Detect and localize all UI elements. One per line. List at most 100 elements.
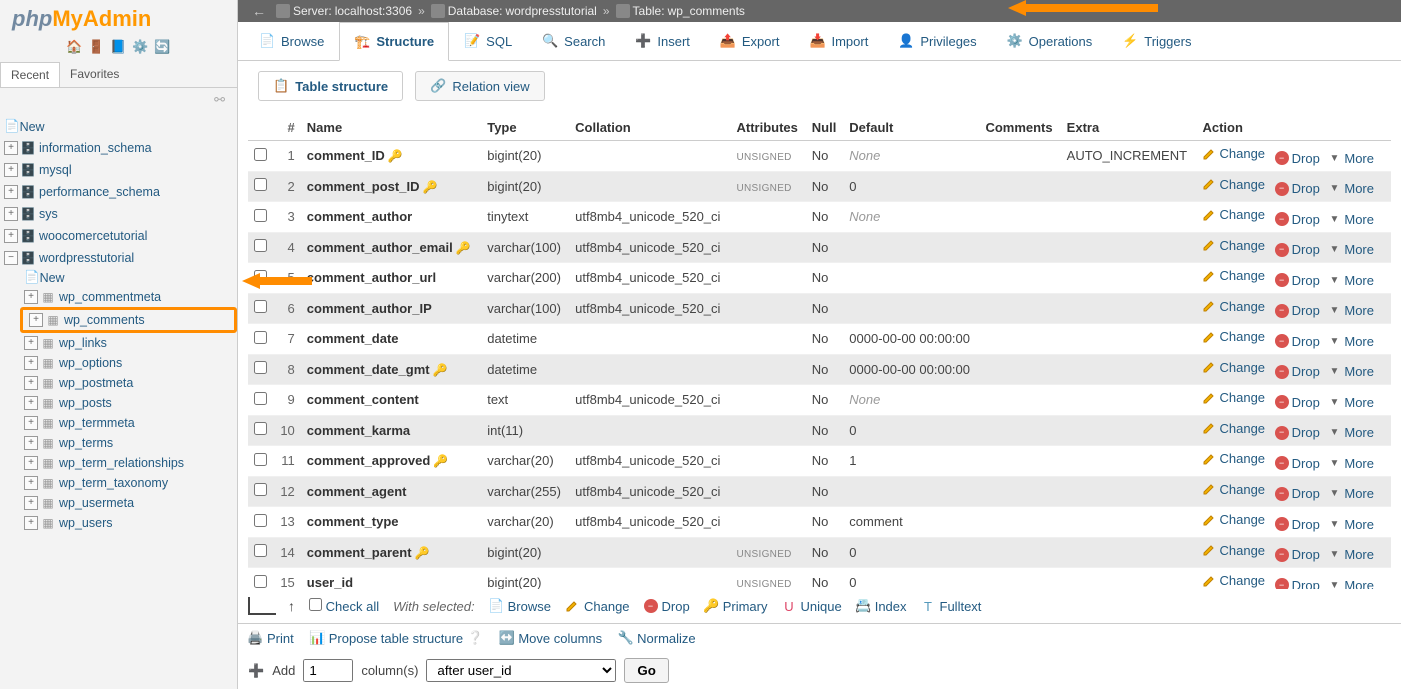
action-change[interactable]: Change: [1202, 390, 1265, 405]
help-icon[interactable]: ❔: [467, 630, 483, 646]
add-count-input[interactable]: [303, 659, 353, 682]
action-change[interactable]: Change: [1202, 268, 1265, 283]
row-checkbox[interactable]: [254, 209, 267, 222]
home-icon[interactable]: 🏠: [66, 38, 84, 56]
tab-operations[interactable]: ⚙️Operations: [992, 22, 1108, 60]
action-change[interactable]: Change: [1202, 177, 1265, 192]
breadcrumb-back-icon[interactable]: ←: [248, 3, 270, 19]
action-drop[interactable]: −Drop: [1275, 395, 1320, 410]
plus-icon[interactable]: +: [24, 436, 38, 450]
action-change[interactable]: Change: [1202, 573, 1265, 588]
subnav-table-structure[interactable]: 📋 Table structure: [258, 71, 403, 101]
action-drop[interactable]: −Drop: [1275, 517, 1320, 532]
action-change[interactable]: Change: [1202, 543, 1265, 558]
plus-icon[interactable]: +: [4, 207, 18, 221]
action-drop[interactable]: −Drop: [1275, 547, 1320, 562]
tree-db-information_schema[interactable]: +🗄️information_schema: [0, 138, 237, 158]
row-checkbox[interactable]: [254, 300, 267, 313]
tab-recent[interactable]: Recent: [0, 62, 60, 87]
withsel-fulltext[interactable]: TFulltext: [921, 599, 982, 614]
tree-table-wp_comments[interactable]: +▦wp_comments: [25, 310, 232, 330]
action-more[interactable]: ▼More: [1329, 486, 1374, 501]
action-more[interactable]: ▼More: [1329, 425, 1374, 440]
action-drop[interactable]: −Drop: [1275, 486, 1320, 501]
action-more[interactable]: ▼More: [1329, 151, 1374, 166]
action-drop[interactable]: −Drop: [1275, 425, 1320, 440]
action-drop[interactable]: −Drop: [1275, 242, 1320, 257]
tab-import[interactable]: 📥Import: [794, 22, 883, 60]
tab-export[interactable]: 📤Export: [705, 22, 795, 60]
tree-table-wp_term_relationships[interactable]: +▦wp_term_relationships: [20, 453, 237, 473]
tree-db-sys[interactable]: +🗄️sys: [0, 204, 237, 224]
row-checkbox[interactable]: [254, 178, 267, 191]
action-more[interactable]: ▼More: [1329, 364, 1374, 379]
breadcrumb-server[interactable]: Server: localhost:3306: [276, 4, 412, 18]
plus-icon[interactable]: +: [24, 376, 38, 390]
check-all[interactable]: Check all: [309, 598, 379, 614]
withsel-primary[interactable]: 🔑Primary: [704, 599, 768, 614]
tree-table-wp_links[interactable]: +▦wp_links: [20, 333, 237, 353]
plus-icon[interactable]: +: [24, 516, 38, 530]
action-more[interactable]: ▼More: [1329, 578, 1374, 590]
propose-button[interactable]: 📊Propose table structure ❔: [310, 630, 484, 646]
tree-table-wp_termmeta[interactable]: +▦wp_termmeta: [20, 413, 237, 433]
row-checkbox[interactable]: [254, 422, 267, 435]
tree-new-db[interactable]: 📄 New: [0, 117, 237, 136]
withsel-change[interactable]: Change: [565, 599, 630, 614]
tree-table-wp_posts[interactable]: +▦wp_posts: [20, 393, 237, 413]
action-more[interactable]: ▼More: [1329, 547, 1374, 562]
action-more[interactable]: ▼More: [1329, 334, 1374, 349]
action-more[interactable]: ▼More: [1329, 456, 1374, 471]
plus-icon[interactable]: +: [4, 229, 18, 243]
row-checkbox[interactable]: [254, 514, 267, 527]
withsel-browse[interactable]: 📄Browse: [489, 599, 551, 614]
plus-icon[interactable]: +: [4, 141, 18, 155]
withsel-index[interactable]: 📇Index: [856, 599, 907, 614]
action-drop[interactable]: −Drop: [1275, 303, 1320, 318]
plus-icon[interactable]: +: [4, 185, 18, 199]
normalize-button[interactable]: 🔧Normalize: [618, 630, 696, 646]
action-change[interactable]: Change: [1202, 512, 1265, 527]
withsel-drop[interactable]: −Drop: [644, 599, 690, 614]
tree-new-table[interactable]: 📄 New: [20, 268, 237, 287]
tab-privileges[interactable]: 👤Privileges: [883, 22, 991, 60]
action-more[interactable]: ▼More: [1329, 242, 1374, 257]
plus-icon[interactable]: +: [24, 290, 38, 304]
action-more[interactable]: ▼More: [1329, 517, 1374, 532]
action-change[interactable]: Change: [1202, 238, 1265, 253]
tree-table-wp_commentmeta[interactable]: +▦wp_commentmeta: [20, 287, 237, 307]
logout-icon[interactable]: 🚪: [88, 38, 106, 56]
action-drop[interactable]: −Drop: [1275, 212, 1320, 227]
action-more[interactable]: ▼More: [1329, 212, 1374, 227]
logo[interactable]: phpMyAdmin: [0, 0, 237, 38]
withsel-unique[interactable]: UUnique: [782, 599, 842, 614]
row-checkbox[interactable]: [254, 239, 267, 252]
action-more[interactable]: ▼More: [1329, 181, 1374, 196]
tab-sql[interactable]: 📝SQL: [449, 22, 527, 60]
tab-insert[interactable]: ➕Insert: [620, 22, 705, 60]
row-checkbox[interactable]: [254, 361, 267, 374]
action-change[interactable]: Change: [1202, 421, 1265, 436]
tab-search[interactable]: 🔍Search: [527, 22, 620, 60]
action-drop[interactable]: −Drop: [1275, 151, 1320, 166]
quick-links-icon[interactable]: ⚯: [0, 88, 237, 112]
tab-favorites[interactable]: Favorites: [60, 62, 129, 87]
action-more[interactable]: ▼More: [1329, 395, 1374, 410]
action-drop[interactable]: −Drop: [1275, 334, 1320, 349]
tree-db-wordpresstutorial[interactable]: −🗄️wordpresstutorial: [0, 248, 237, 268]
row-checkbox[interactable]: [254, 544, 267, 557]
plus-icon[interactable]: +: [4, 163, 18, 177]
action-drop[interactable]: −Drop: [1275, 456, 1320, 471]
action-drop[interactable]: −Drop: [1275, 578, 1320, 590]
breadcrumb-table[interactable]: Table: wp_comments: [616, 4, 745, 18]
docs-icon[interactable]: 📘: [110, 38, 128, 56]
action-drop[interactable]: −Drop: [1275, 181, 1320, 196]
plus-icon[interactable]: +: [24, 416, 38, 430]
plus-icon[interactable]: +: [24, 476, 38, 490]
tab-browse[interactable]: 📄Browse: [244, 22, 339, 60]
tree-table-wp_postmeta[interactable]: +▦wp_postmeta: [20, 373, 237, 393]
subnav-relation-view[interactable]: 🔗 Relation view: [415, 71, 545, 101]
action-more[interactable]: ▼More: [1329, 303, 1374, 318]
action-change[interactable]: Change: [1202, 482, 1265, 497]
plus-icon[interactable]: +: [29, 313, 43, 327]
